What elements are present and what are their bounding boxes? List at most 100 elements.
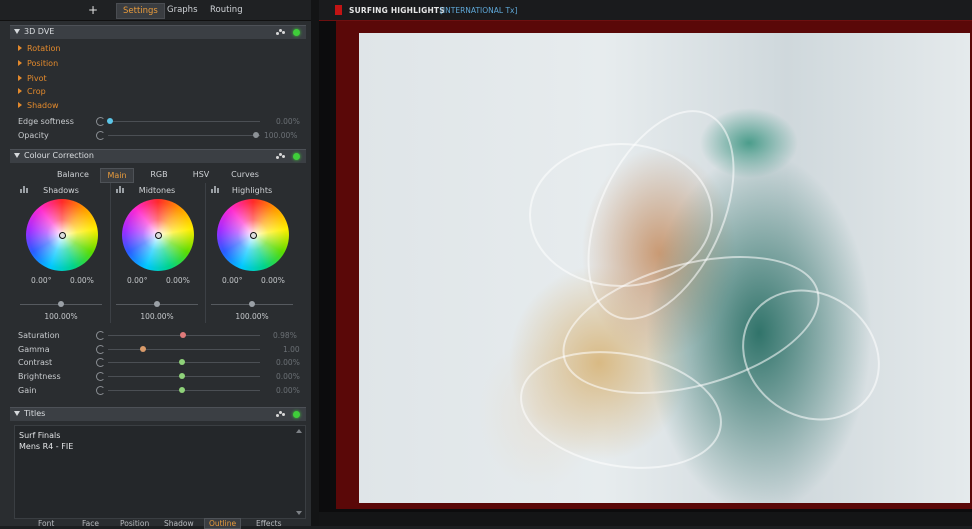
viewer-source-name: SURFING HIGHLIGHTS [349, 6, 445, 15]
add-button[interactable]: + [88, 3, 98, 17]
gamma-knob[interactable] [140, 346, 146, 352]
collapse-triangle-icon[interactable] [14, 29, 20, 34]
enabled-led-icon[interactable] [293, 29, 300, 36]
tab-main[interactable]: Main [100, 168, 134, 183]
viewer-channel-label: [INTERNATIONAL Tx] [440, 6, 518, 15]
edge-softness-value: 0.00% [276, 117, 300, 126]
panel-tab-bar: + Settings Graphs Routing [0, 0, 311, 21]
reset-icon[interactable] [96, 131, 105, 140]
midtones-wheel-panel: Midtones 0.00° 0.00% 100.00% [110, 183, 204, 323]
reset-icon[interactable] [96, 372, 105, 381]
dve-item-position[interactable]: Position [18, 59, 58, 68]
preview-viewer: SURFING HIGHLIGHTS [INTERNATIONAL Tx] [319, 0, 972, 526]
gamma-slider[interactable] [108, 349, 260, 350]
sat-value: 0.00% [261, 276, 285, 285]
section-title-colour-correction: Colour Correction [24, 151, 94, 160]
link-icon[interactable] [276, 29, 286, 36]
panel-splitter[interactable] [311, 0, 319, 526]
tab-font[interactable]: Font [38, 519, 54, 528]
wheel-handle[interactable] [250, 232, 257, 239]
reset-icon[interactable] [96, 117, 105, 126]
collapse-triangle-icon[interactable] [14, 153, 20, 158]
shadows-level-slider[interactable] [20, 301, 102, 307]
tab-outline[interactable]: Outline [204, 518, 242, 529]
highlights-color-wheel[interactable] [217, 199, 289, 271]
wheel-handle[interactable] [59, 232, 66, 239]
expand-arrow-icon [18, 75, 22, 81]
title-tab-bar: Font Face Position Shadow Outline Effect… [10, 518, 310, 529]
shadows-color-wheel[interactable] [26, 199, 98, 271]
midtones-level-slider[interactable] [116, 301, 198, 307]
level-value: 100.00% [44, 312, 78, 321]
edge-softness-label: Edge softness [18, 117, 74, 126]
slider-knob[interactable] [58, 301, 64, 307]
tab-position[interactable]: Position [120, 519, 149, 528]
contrast-knob[interactable] [179, 359, 185, 365]
link-icon[interactable] [276, 411, 286, 418]
settings-panel: + Settings Graphs Routing 3D DVE Rotatio… [0, 0, 311, 529]
hue-value: 0.00° [127, 276, 148, 285]
dve-item-shadow[interactable]: Shadow [18, 101, 59, 110]
tab-balance[interactable]: Balance [52, 168, 94, 181]
brightness-label: Brightness [18, 372, 61, 381]
highlights-level-slider[interactable] [211, 301, 293, 307]
brightness-knob[interactable] [179, 373, 185, 379]
reset-icon[interactable] [96, 358, 105, 367]
tab-rgb[interactable]: RGB [144, 168, 174, 181]
contrast-value: 0.00% [276, 358, 300, 367]
brightness-value: 0.00% [276, 372, 300, 381]
opacity-label: Opacity [18, 131, 49, 140]
tab-graphs[interactable]: Graphs [161, 3, 204, 17]
program-output-frame [336, 21, 972, 509]
wheel-handle[interactable] [155, 232, 162, 239]
edge-softness-knob[interactable] [107, 118, 113, 124]
shadows-wheel-panel: Shadows 0.00° 0.00% 100.00% [14, 183, 108, 323]
opacity-value: 100.00% [264, 131, 298, 140]
slider-knob[interactable] [249, 301, 255, 307]
tab-shadow[interactable]: Shadow [164, 519, 194, 528]
link-icon[interactable] [276, 153, 286, 160]
video-frame-image [359, 33, 970, 503]
tab-settings[interactable]: Settings [116, 3, 165, 19]
dve-item-rotation[interactable]: Rotation [18, 44, 60, 53]
enabled-led-icon[interactable] [293, 411, 300, 418]
reset-icon[interactable] [96, 345, 105, 354]
title-line: Mens R4 - FIE [19, 442, 74, 451]
saturation-label: Saturation [18, 331, 60, 340]
slider-knob[interactable] [154, 301, 160, 307]
section-3d-dve-header[interactable]: 3D DVE [10, 25, 306, 39]
tab-effects[interactable]: Effects [256, 519, 282, 528]
opacity-slider[interactable] [108, 135, 260, 136]
expand-arrow-icon [18, 102, 22, 108]
dve-item-pivot[interactable]: Pivot [18, 74, 47, 83]
dve-item-crop[interactable]: Crop [18, 87, 46, 96]
tab-routing[interactable]: Routing [204, 3, 249, 17]
contrast-label: Contrast [18, 358, 53, 367]
expand-arrow-icon [18, 60, 22, 66]
enabled-led-icon[interactable] [293, 153, 300, 160]
gamma-label: Gamma [18, 345, 50, 354]
reset-icon[interactable] [96, 386, 105, 395]
edge-softness-slider[interactable] [108, 121, 260, 122]
section-title-3d-dve: 3D DVE [24, 27, 55, 36]
section-colour-correction-header[interactable]: Colour Correction [10, 149, 306, 163]
reset-icon[interactable] [96, 331, 105, 340]
expand-arrow-icon [18, 45, 22, 51]
scroll-up-icon[interactable] [296, 429, 302, 433]
title-text-editor[interactable]: Surf Finals Mens R4 - FIE [14, 425, 306, 519]
section-titles-header[interactable]: Titles [10, 407, 306, 421]
midtones-color-wheel[interactable] [122, 199, 194, 271]
tab-curves[interactable]: Curves [226, 168, 264, 181]
viewer-header: SURFING HIGHLIGHTS [INTERNATIONAL Tx] [319, 0, 972, 21]
collapse-triangle-icon[interactable] [14, 411, 20, 416]
tab-hsv[interactable]: HSV [186, 168, 216, 181]
gain-knob[interactable] [179, 387, 185, 393]
opacity-knob[interactable] [253, 132, 259, 138]
saturation-knob[interactable] [180, 332, 186, 338]
tab-face[interactable]: Face [82, 519, 99, 528]
saturation-value: 0.98% [273, 331, 297, 340]
hue-value: 0.00° [31, 276, 52, 285]
hue-value: 0.00° [222, 276, 243, 285]
gain-value: 0.00% [276, 386, 300, 395]
scroll-down-icon[interactable] [296, 511, 302, 515]
